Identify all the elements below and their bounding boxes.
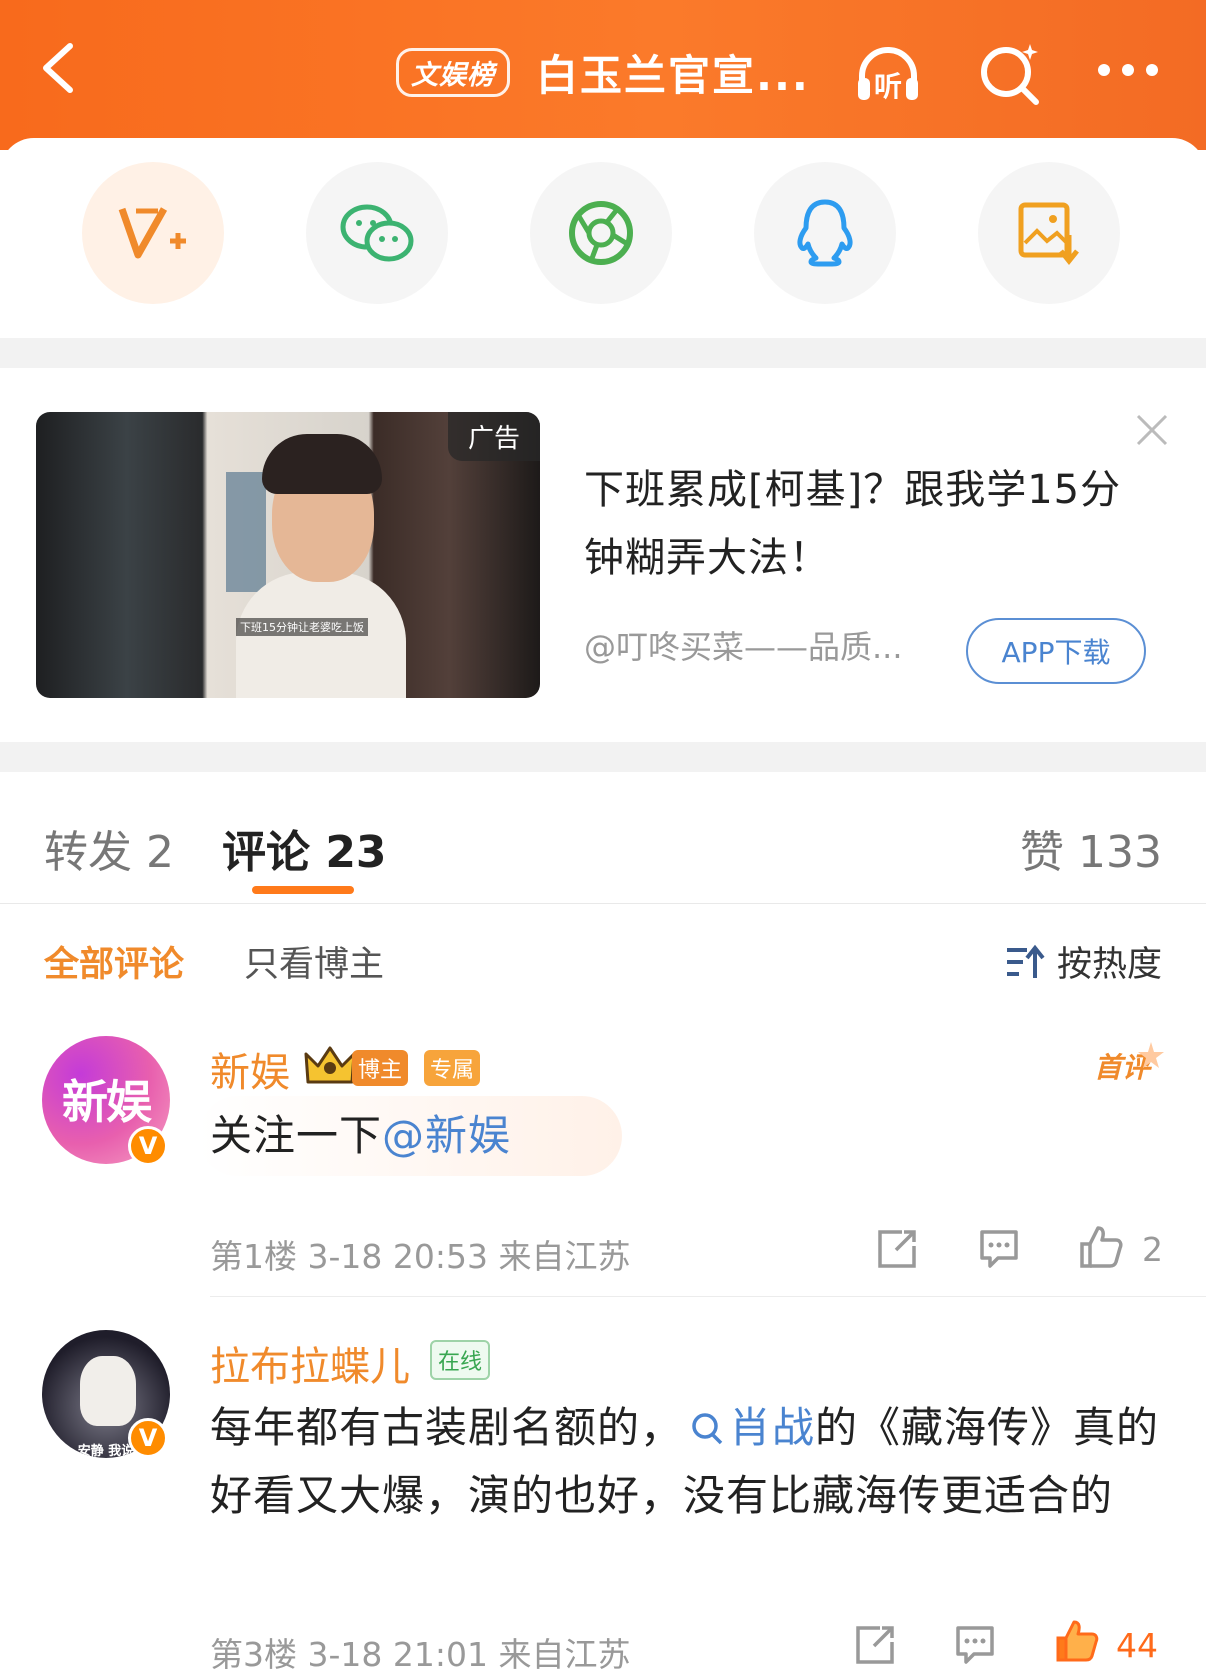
more-icon	[1098, 64, 1158, 76]
crown-icon	[304, 1046, 356, 1084]
comment-text: 关注一下@新娱	[210, 1102, 511, 1170]
tab-comments[interactable]: 评论 23	[222, 816, 387, 880]
ad-card[interactable]: 下班15分钟让老婆吃上饭 广告 下班累成[柯基]？跟我学15分钟糊弄大法！ @叮…	[0, 368, 1206, 742]
ad-headline: 下班累成[柯基]？跟我学15分钟糊弄大法！	[584, 467, 1122, 581]
page-title: 白玉兰官宣...	[536, 50, 810, 100]
like-count: 44	[1116, 1626, 1158, 1665]
sort-icon	[1006, 944, 1045, 978]
wechat-icon	[340, 204, 414, 262]
tab-likes[interactable]: 赞 133	[1020, 816, 1162, 880]
search-icon	[981, 44, 1039, 105]
ad-source: @叮咚买菜——品质...	[584, 628, 903, 666]
like-count: 2	[1142, 1230, 1163, 1269]
listen-label: 听	[874, 70, 902, 103]
listen-button[interactable]: 听	[854, 40, 922, 108]
comment-divider	[210, 1296, 1206, 1297]
tab-repost[interactable]: 转发 2	[44, 816, 174, 880]
listen-icon: 听	[858, 47, 918, 103]
liked-icon[interactable]	[1054, 1618, 1100, 1664]
qq-icon	[797, 199, 853, 267]
search-button[interactable]	[976, 40, 1044, 108]
comment-username[interactable]: 新娱	[210, 1040, 290, 1098]
sort-label: 按热度	[1056, 945, 1162, 985]
moments-icon	[569, 201, 633, 265]
topic-link-label: 肖战	[729, 1403, 816, 1452]
active-tab-indicator	[252, 886, 354, 894]
weibo-repost-icon	[118, 207, 186, 259]
mention-link[interactable]: @新娱	[382, 1111, 511, 1160]
rank-badge: 文娱榜	[396, 47, 510, 97]
share-icon[interactable]	[852, 1622, 898, 1668]
sort-by-hot-button[interactable]: 按热度	[1005, 936, 1162, 987]
exclusive-tag: 专属	[424, 1050, 481, 1086]
share-icon[interactable]	[874, 1226, 920, 1272]
section-divider	[0, 742, 1206, 772]
comment-icon[interactable]	[952, 1622, 998, 1668]
share-qq-button[interactable]	[754, 162, 896, 304]
comment-meta: 第1楼 3-18 20:53 来自江苏	[210, 1237, 631, 1276]
comment-text-body: 关注一下	[210, 1111, 383, 1160]
share-moments-button[interactable]	[530, 162, 672, 304]
thumbnail-person-hair	[262, 434, 382, 494]
section-divider	[0, 338, 1206, 368]
search-icon	[692, 1413, 723, 1445]
like-icon[interactable]	[1078, 1224, 1124, 1270]
comment-item: 安静 我说 V 拉布拉蝶儿 在线 每年都有古装剧名额的， 肖战的《藏海传》真的好看…	[0, 1300, 1206, 1678]
verified-icon: V	[128, 1418, 168, 1458]
top-navigation-bar: 文娱榜 白玉兰官宣... 听	[0, 0, 1206, 150]
blogger-tag: 博主	[352, 1050, 409, 1086]
ad-video-thumbnail[interactable]: 下班15分钟让老婆吃上饭 广告	[36, 412, 540, 698]
comment-text: 每年都有古装剧名额的， 肖战的《藏海传》真的好看又大爆，演的也好，没有比藏海传更适…	[210, 1394, 1170, 1530]
verified-icon: V	[128, 1126, 168, 1166]
ad-badge: 广告	[447, 412, 540, 461]
avatar-text: 新娱	[62, 1075, 152, 1129]
weibo-post-page: 文娱榜 白玉兰官宣... 听 下班15分钟让老婆吃上饭 广告 下班累成[柯基]？…	[0, 0, 1206, 1678]
save-image-icon	[1018, 202, 1079, 265]
close-icon[interactable]	[1134, 412, 1170, 448]
comment-icon[interactable]	[976, 1226, 1022, 1272]
share-weibo-repost-button[interactable]	[82, 162, 224, 304]
filter-author-only[interactable]: 只看博主	[244, 936, 384, 987]
app-download-button[interactable]: APP下载	[966, 618, 1146, 684]
more-button[interactable]	[1094, 40, 1162, 108]
share-wechat-button[interactable]	[306, 162, 448, 304]
post-tabs: 转发 2 评论 23 赞 133	[0, 772, 1206, 904]
comment-item: 新娱 V 新娱 博主 专属 首评 关注一下@新娱 第1楼 3-18 20:53 …	[0, 1004, 1206, 1304]
ad-thumbnail-caption: 下班15分钟让老婆吃上饭	[236, 618, 368, 636]
avatar-cat-face	[80, 1356, 136, 1426]
topic-link[interactable]: 肖战	[683, 1403, 815, 1452]
share-sheet	[0, 138, 1206, 338]
comment-username[interactable]: 拉布拉蝶儿	[210, 1334, 410, 1392]
star-icon	[1138, 1042, 1164, 1068]
topic-title-area[interactable]: 文娱榜 白玉兰官宣...	[396, 44, 810, 100]
thumbnail-background	[226, 472, 266, 592]
filter-all-comments[interactable]: 全部评论	[44, 936, 184, 987]
comment-filters: 全部评论 只看博主 按热度	[0, 904, 1206, 1004]
comment-text-body: 每年都有古装剧名额的，	[210, 1403, 684, 1452]
share-save-image-button[interactable]	[978, 162, 1120, 304]
comment-meta: 第3楼 3-18 21:01 来自江苏	[210, 1635, 631, 1674]
back-icon[interactable]	[34, 38, 84, 98]
online-status-tag: 在线	[430, 1340, 491, 1380]
